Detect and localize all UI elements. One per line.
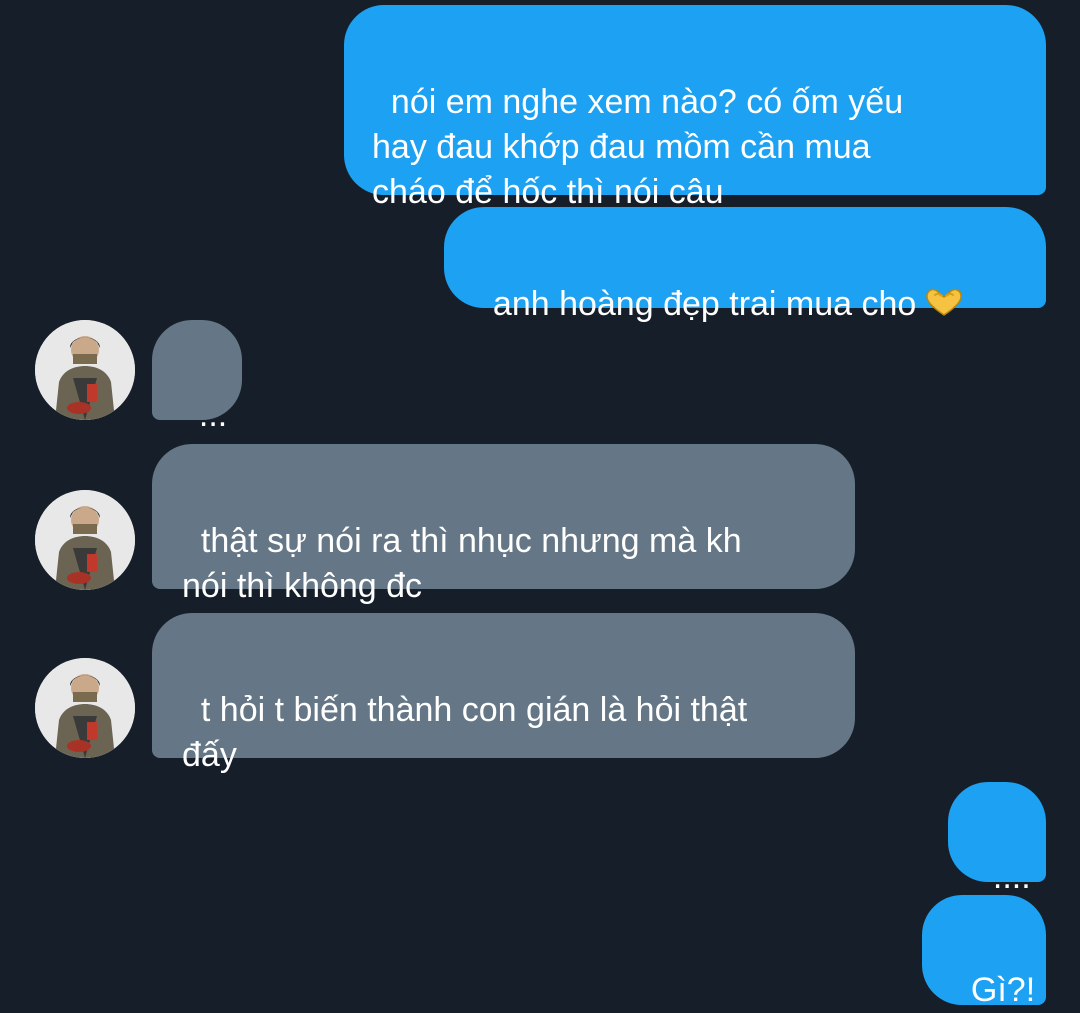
message-text: Gì?!: [970, 971, 1036, 1009]
message-bubble-outgoing[interactable]: nói em nghe xem nào? có ốm yếu hay đau k…: [344, 5, 1046, 211]
message-bubble-incoming[interactable]: ...: [152, 320, 242, 434]
message-bubble-outgoing[interactable]: Gì?!: [922, 895, 1046, 1009]
message-text: ...: [198, 396, 228, 434]
avatar[interactable]: [35, 320, 135, 420]
avatar[interactable]: [35, 490, 135, 590]
message-text: anh hoàng đẹp trai mua cho: [492, 285, 917, 323]
heart-hands-icon: [922, 285, 966, 331]
avatar[interactable]: [35, 658, 135, 758]
message-bubble-outgoing[interactable]: anh hoàng đẹp trai mua cho: [444, 207, 1046, 323]
message-text: thật sự nói ra thì nhục nhưng mà kh nói …: [182, 522, 742, 605]
message-bubble-incoming[interactable]: thật sự nói ra thì nhục nhưng mà kh nói …: [152, 444, 855, 605]
message-text: t hỏi t biến thành con gián là hỏi thật …: [182, 691, 748, 774]
message-text: nói em nghe xem nào? có ốm yếu hay đau k…: [372, 83, 904, 211]
message-bubble-incoming[interactable]: t hỏi t biến thành con gián là hỏi thật …: [152, 613, 855, 774]
message-text: ....: [992, 858, 1031, 896]
message-bubble-outgoing[interactable]: ....: [948, 782, 1046, 896]
